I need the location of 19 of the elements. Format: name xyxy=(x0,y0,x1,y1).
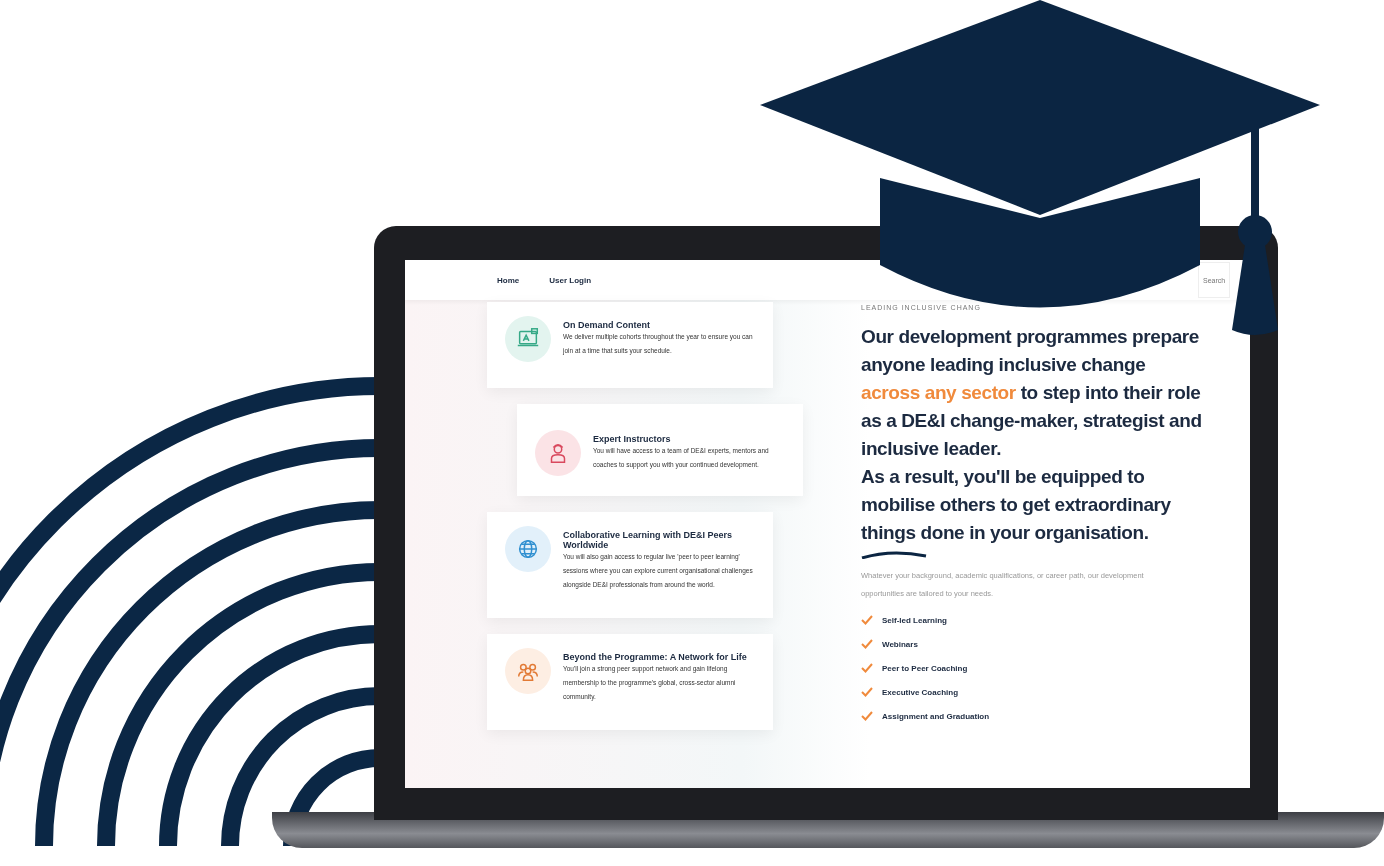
nav-link[interactable]: Home xyxy=(497,275,520,285)
check-icon xyxy=(861,687,873,697)
checklist-item: Webinars xyxy=(882,639,918,649)
check-icon xyxy=(861,615,873,625)
headline-continued: As a result, you'll be equipped to mobilise others to get extraordinary things done in your organisation. xyxy=(861,465,1172,545)
checklist-item: Assignment and Graduation xyxy=(882,711,990,721)
nav-link[interactable]: User Login xyxy=(549,275,591,285)
checklist-item: Self-led Learning xyxy=(882,615,947,625)
check-icon xyxy=(861,711,873,721)
check-icon xyxy=(861,639,873,649)
headline: Our development programmes prepare anyone leading inclusive change across any sector to step into their role as a DE&I change-maker, strategist and inclusive leader. xyxy=(861,325,1203,461)
card-title: Beyond the Programme: A Network for Life xyxy=(563,652,748,662)
card-title: Expert Instructors xyxy=(593,434,672,444)
checklist-item: Peer to Peer Coaching xyxy=(882,663,968,673)
underline-swoosh xyxy=(861,551,927,559)
check-icon xyxy=(861,663,873,673)
card-title: On Demand Content xyxy=(563,320,651,330)
card-title: Collaborative Learning with DE&I Peers Worldwide xyxy=(563,530,734,550)
checklist-item: Executive Coaching xyxy=(882,687,959,697)
